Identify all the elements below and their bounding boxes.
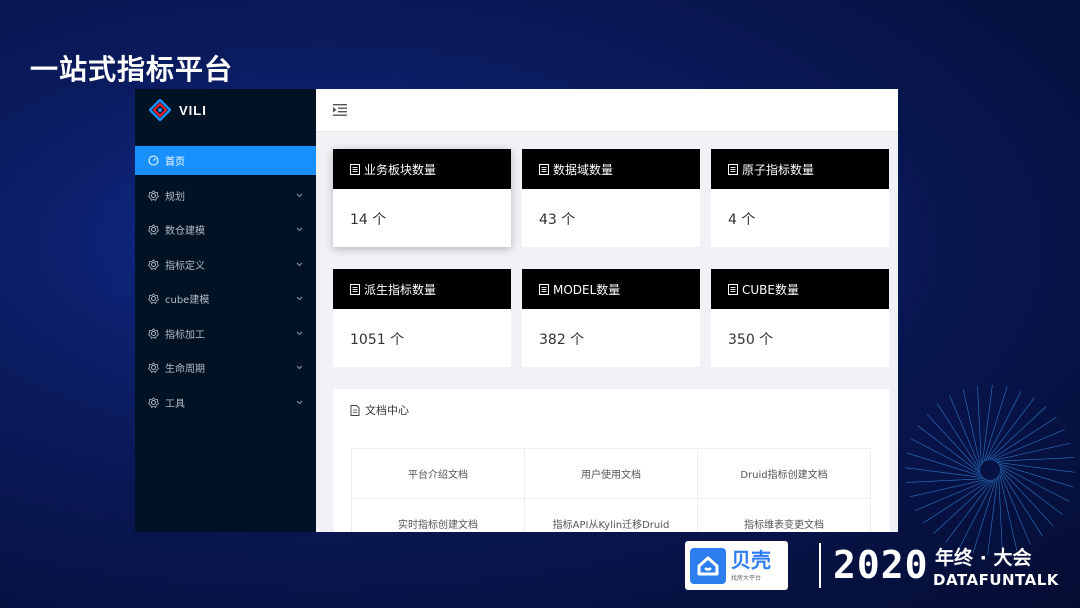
chevron-down-icon [296, 400, 303, 404]
list-icon [350, 283, 360, 295]
doc-link[interactable]: 用户使用文档 [525, 449, 698, 499]
sidebar-menu: 首页规划数仓建模指标定义 cube建模 指标加工生命周期工具 [135, 146, 316, 417]
chevron-down-icon [296, 262, 303, 266]
stat-card-value: 43 个 [539, 212, 576, 228]
stat-card-title: 原子指标数量 [742, 162, 815, 177]
doc-link[interactable]: 指标维表变更文档 [698, 499, 871, 532]
stat-card-value: 14 个 [350, 212, 387, 228]
sidebar-item-label: 工具 [165, 398, 185, 410]
brand-sub: 找房大平台 [731, 574, 762, 582]
decorative-spiral-graphic [904, 384, 1076, 555]
stat-card-title: 业务板块数量 [364, 162, 437, 177]
menu-fold-icon[interactable] [333, 104, 347, 116]
event-name: 年终 · 大会 [935, 547, 1032, 569]
event-name-en: DATAFUNTALK [933, 571, 1059, 589]
sidebar-item-label: 规划 [165, 191, 185, 203]
topbar [316, 89, 898, 132]
logo[interactable]: VILI [135, 89, 316, 131]
stat-card[interactable]: 派生指标数量 1051 个 [333, 269, 511, 367]
stat-card[interactable]: 业务板块数量 14 个 [333, 149, 511, 247]
stat-card-value: 350 个 [728, 332, 774, 348]
sidebar-item-label: 首页 [165, 157, 185, 168]
sidebar-item-label: 指标加工 [165, 329, 205, 341]
chevron-down-icon [296, 227, 303, 232]
stat-card[interactable]: 数据域数量 43 个 [522, 149, 700, 247]
stat-card-header: MODEL数量 [522, 269, 700, 309]
stat-card[interactable]: CUBE数量 350 个 [711, 269, 889, 367]
stat-card-title: MODEL数量 [553, 282, 621, 297]
stat-card[interactable]: 原子指标数量 4 个 [711, 149, 889, 247]
brand-divider [819, 543, 821, 588]
sidebar-item[interactable]: 生命周期 [135, 353, 316, 382]
sidebar-item-label: 数仓建模 [165, 226, 205, 237]
doc-center-title: 文档中心 [333, 389, 889, 431]
stat-card-value: 382 个 [539, 332, 585, 348]
stat-card-title: 数据域数量 [553, 162, 614, 177]
vili-logo-icon [149, 99, 171, 121]
stat-card-value: 4 个 [728, 212, 756, 228]
doc-center-title-text: 文档中心 [365, 404, 409, 417]
settings-icon [148, 224, 159, 235]
stat-card-header: 业务板块数量 [333, 149, 511, 189]
stat-card-title: 派生指标数量 [364, 282, 437, 297]
beike-logo: 贝壳 找房大平台 [685, 541, 788, 590]
chevron-down-icon [296, 296, 303, 301]
sidebar-item-label: 生命周期 [165, 364, 205, 375]
sidebar: VILI 首页规划数仓建模指标定义 cube建模 指标加工生命周期工具 [135, 89, 316, 532]
sidebar-item-label: 指标定义 [165, 260, 205, 272]
list-icon [350, 163, 360, 175]
list-icon [728, 163, 738, 175]
event-year: 2020 [833, 543, 929, 587]
slide-title: 一站式指标平台 [30, 53, 234, 86]
logo-text: VILI [179, 102, 207, 118]
list-icon [539, 283, 549, 295]
doc-link[interactable]: 平台介绍文档 [352, 449, 525, 499]
stat-card-header: CUBE数量 [711, 269, 889, 309]
settings-icon [148, 327, 159, 339]
sidebar-item[interactable]: 首页 [135, 146, 316, 175]
list-icon [728, 283, 738, 295]
settings-icon [148, 362, 159, 373]
settings-icon [148, 258, 159, 270]
stat-card-value: 1051 个 [350, 332, 405, 348]
stat-card[interactable]: MODEL数量 382 个 [522, 269, 700, 367]
brand-name: 贝壳 [731, 547, 771, 572]
settings-icon [148, 293, 159, 304]
settings-icon [148, 396, 159, 408]
sidebar-item[interactable]: 数仓建模 [135, 215, 316, 244]
chevron-down-icon [296, 331, 303, 335]
stat-card-title: CUBE数量 [742, 282, 799, 297]
house-icon [690, 547, 726, 584]
sidebar-item[interactable]: cube建模 [135, 284, 316, 313]
dashboard-icon [148, 155, 159, 166]
sidebar-item[interactable]: 指标定义 [135, 250, 316, 279]
doc-center: 文档中心 平台介绍文档 用户使用文档 Druid指标创建文档实时指标创建文档 指标AP… [333, 389, 889, 532]
app-window: VILI 首页规划数仓建模指标定义 cube建模 指标加工生命周期工具 业务板块数量… [135, 89, 898, 532]
sidebar-item[interactable]: 指标加工 [135, 319, 316, 348]
doc-link[interactable]: 指标API从Kylin迁移Druid [525, 499, 698, 532]
doc-link[interactable]: 实时指标创建文档 [352, 499, 525, 532]
sidebar-item-label: cube建模 [165, 295, 210, 306]
chevron-down-icon [296, 193, 303, 197]
sidebar-item[interactable]: 规划 [135, 181, 316, 210]
main-content: 业务板块数量 14 个 数据域数量 43 个 原子指标数量 4 个 派生指标数量… [316, 89, 898, 532]
stat-card-header: 原子指标数量 [711, 149, 889, 189]
sidebar-item[interactable]: 工具 [135, 388, 316, 417]
stat-card-header: 数据域数量 [522, 149, 700, 189]
file-icon [350, 404, 360, 416]
doc-link[interactable]: Druid指标创建文档 [698, 449, 871, 499]
stat-card-header: 派生指标数量 [333, 269, 511, 309]
settings-icon [148, 189, 159, 201]
list-icon [539, 163, 549, 175]
chevron-down-icon [296, 365, 303, 370]
doc-grid: 平台介绍文档 用户使用文档 Druid指标创建文档实时指标创建文档 指标API从Kyl… [351, 448, 871, 532]
